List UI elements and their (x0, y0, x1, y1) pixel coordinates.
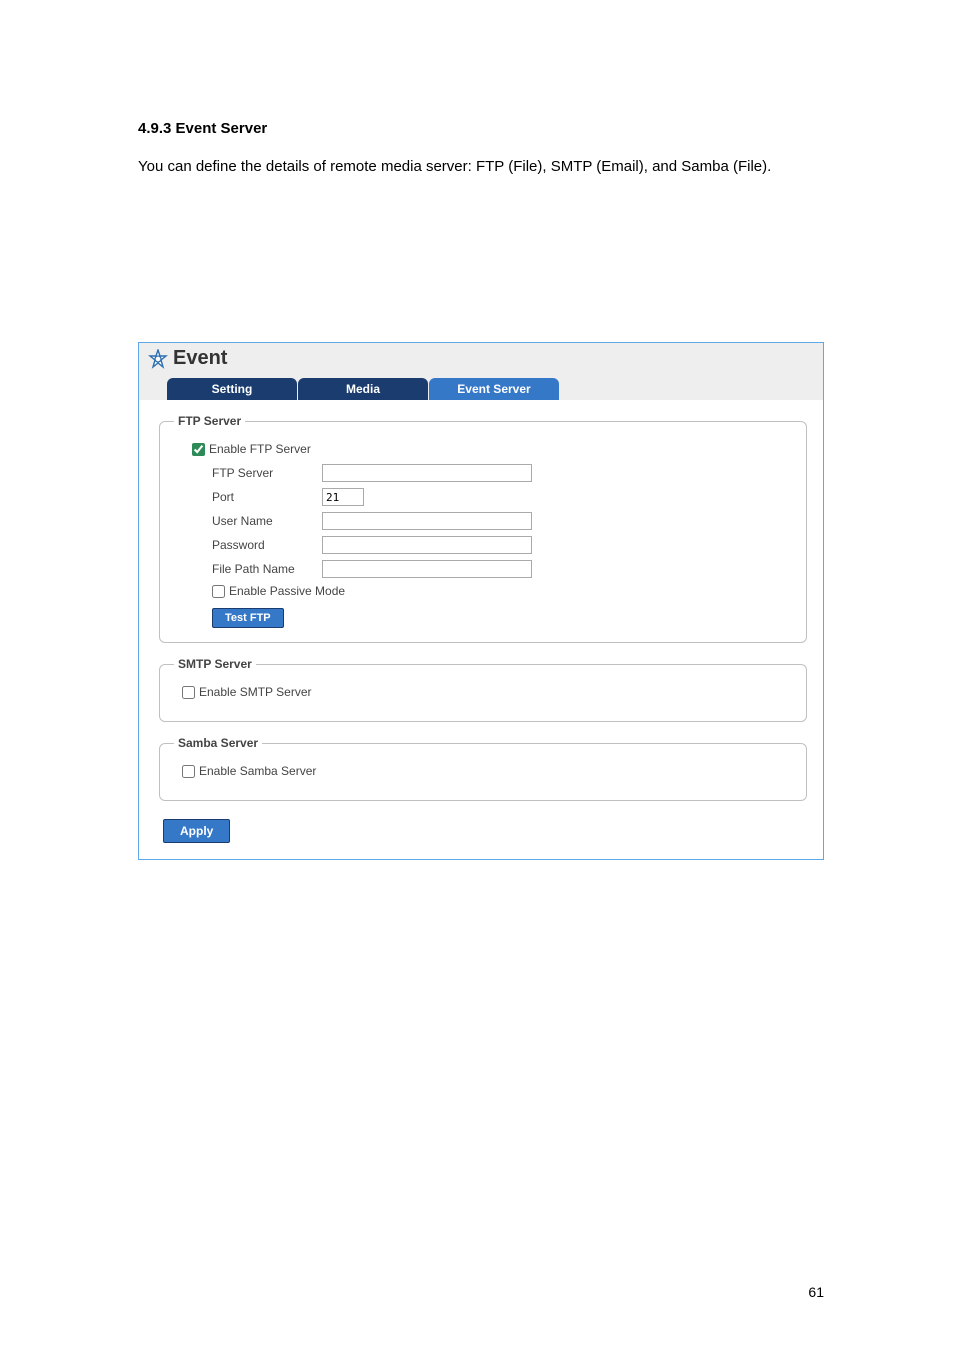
ftp-path-label: File Path Name (212, 562, 322, 576)
samba-group: Samba Server Enable Samba Server (159, 736, 807, 801)
ftp-user-label: User Name (212, 514, 322, 528)
page-number: 61 (808, 1284, 824, 1300)
tab-setting[interactable]: Setting (167, 378, 297, 400)
enable-smtp-label: Enable SMTP Server (199, 685, 312, 699)
ftp-passive-label: Enable Passive Mode (229, 584, 345, 598)
ftp-server-input[interactable] (322, 464, 532, 482)
ftp-server-label: FTP Server (212, 466, 322, 480)
ftp-passive-checkbox[interactable] (212, 585, 225, 598)
ftp-port-label: Port (212, 490, 322, 504)
enable-ftp-checkbox[interactable] (192, 443, 205, 456)
event-icon (147, 348, 169, 370)
test-ftp-button[interactable]: Test FTP (212, 608, 284, 628)
event-header: Event (139, 343, 823, 370)
ftp-pass-label: Password (212, 538, 322, 552)
event-screenshot-panel: Event Setting Media Event Server FTP Ser… (138, 342, 824, 860)
tab-bar: Setting Media Event Server (139, 370, 823, 400)
enable-ftp-label: Enable FTP Server (209, 442, 311, 456)
tab-event-server[interactable]: Event Server (429, 378, 559, 400)
section-body: You can define the details of remote med… (138, 152, 824, 182)
ftp-port-input[interactable] (322, 488, 364, 506)
ftp-pass-input[interactable] (322, 536, 532, 554)
smtp-legend: SMTP Server (174, 657, 256, 671)
ftp-group: FTP Server Enable FTP Server FTP Server … (159, 414, 807, 643)
ftp-path-input[interactable] (322, 560, 532, 578)
enable-smtp-checkbox[interactable] (182, 686, 195, 699)
section-heading: 4.9.3 Event Server (138, 120, 824, 137)
tab-media[interactable]: Media (298, 378, 428, 400)
ftp-user-input[interactable] (322, 512, 532, 530)
event-title: Event (173, 347, 227, 370)
samba-legend: Samba Server (174, 736, 262, 750)
apply-button[interactable]: Apply (163, 819, 230, 843)
ftp-legend: FTP Server (174, 414, 245, 428)
enable-samba-checkbox[interactable] (182, 765, 195, 778)
enable-samba-label: Enable Samba Server (199, 764, 316, 778)
smtp-group: SMTP Server Enable SMTP Server (159, 657, 807, 722)
